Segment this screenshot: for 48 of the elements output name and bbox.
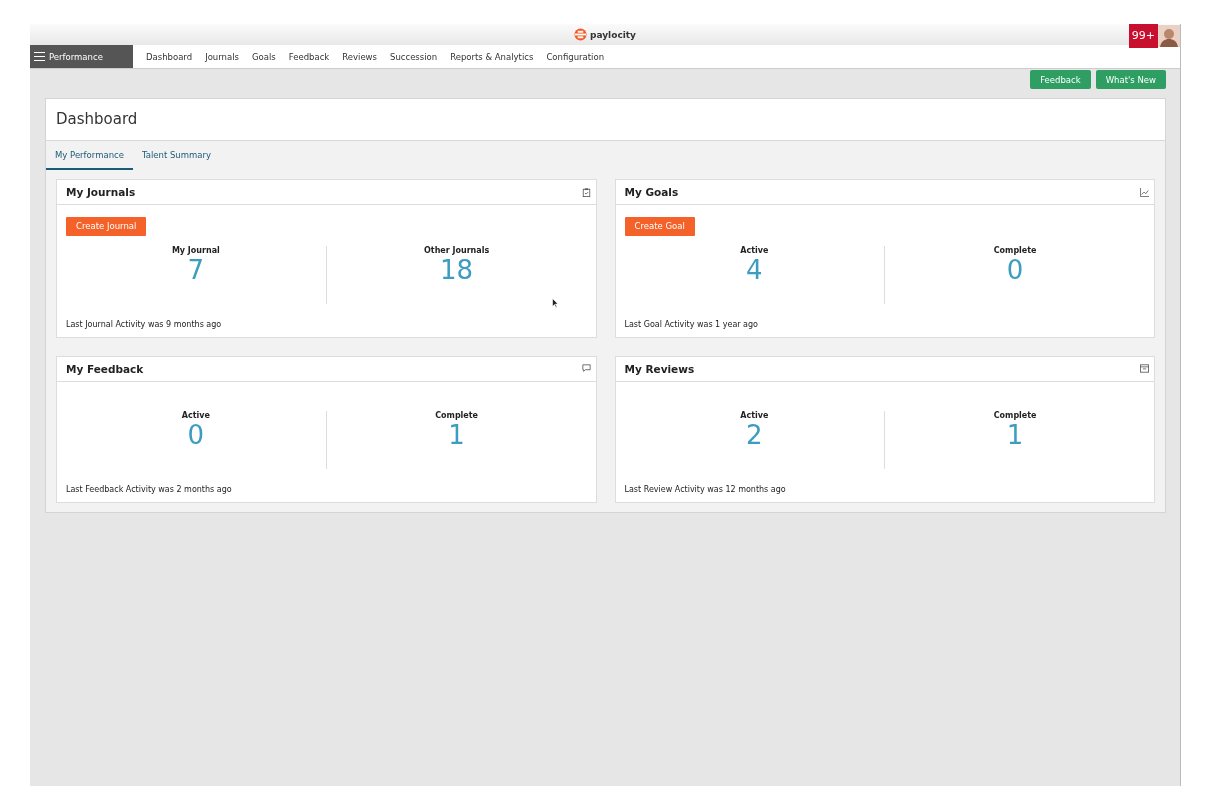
nav-link[interactable]: Configuration [546,51,605,62]
stat-value[interactable]: 2 [746,419,763,450]
stat-value[interactable]: 1 [1006,419,1024,450]
nav-link[interactable]: Goals [251,51,276,62]
activity-text: Last Goal Activity was 1 year ago [624,319,759,329]
activity-text: Last Review Activity was 12 months ago [624,484,787,494]
activity-text: Last Journal Activity was 9 months ago [66,319,223,329]
stat-label: Other Journals [424,245,490,255]
tray-icon[interactable] [1140,364,1149,373]
stat-label: Active [181,410,210,420]
tab[interactable]: Talent Summary [132,141,221,170]
create-button[interactable]: Create Journal [66,216,147,236]
logo-icon [574,28,587,41]
stat-value[interactable]: 18 [440,254,474,285]
stat-value[interactable]: 0 [1006,254,1024,285]
chart-icon[interactable] [1140,187,1149,197]
card-title: My Reviews [624,362,695,375]
stat-value[interactable]: 7 [187,254,205,285]
nav-link[interactable]: Reviews [342,51,377,62]
nav-link[interactable]: Reports & Analytics [450,51,534,62]
stat-value[interactable]: 1 [448,419,465,450]
nav-link[interactable]: Feedback [288,51,330,62]
create-button[interactable]: Create Goal [624,216,695,236]
stat-label: My Journal [171,245,220,255]
logo-text: paylocity [590,29,636,40]
notification-badge[interactable]: 99+ [1128,24,1158,48]
speech-bubble-icon[interactable] [581,364,591,373]
stat-label: Complete [993,410,1037,420]
card-title: My Feedback [66,362,144,375]
card-title: My Journals [66,186,136,198]
card-title: My Goals [624,186,679,198]
module-menu-button[interactable]: Performance [30,45,133,68]
activity-text: Last Feedback Activity was 2 months ago [66,484,233,494]
stat-value[interactable]: 0 [187,419,205,450]
nav-link[interactable]: Journals [205,51,239,62]
stat-value[interactable]: 4 [746,254,763,285]
action-button[interactable]: What's New [1095,70,1166,89]
nav-link[interactable]: Succession [390,51,438,62]
cursor-icon [552,298,559,308]
avatar-icon[interactable] [1158,24,1180,48]
nav-link[interactable]: Dashboard [146,51,193,62]
stat-label: Active [740,245,769,255]
clipboard-icon[interactable] [581,187,591,197]
stat-label: Complete [435,410,479,420]
stat-label: Active [740,410,769,420]
action-button[interactable]: Feedback [1030,70,1091,89]
stat-label: Complete [993,245,1037,255]
menu-icon [34,52,45,61]
